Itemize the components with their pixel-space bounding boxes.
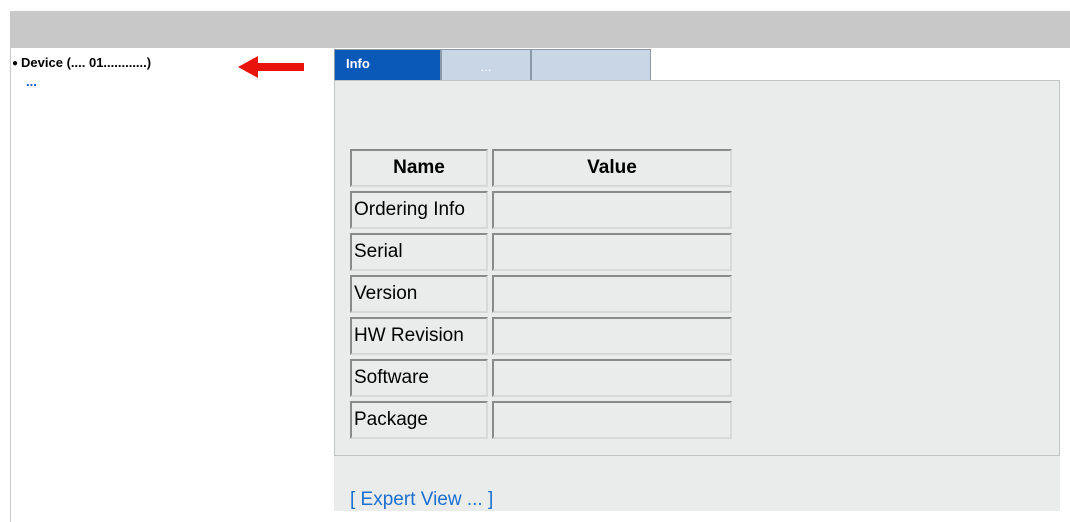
bullet-icon: ●: [12, 58, 19, 69]
top-bar: [11, 11, 1070, 48]
row-value-cell: [492, 401, 732, 439]
row-name-cell: Ordering Info: [350, 191, 488, 229]
row-value-cell: [492, 275, 732, 313]
column-header-name: Name: [350, 149, 488, 187]
table-header-row: Name Value: [350, 149, 732, 187]
tree-subitem-link[interactable]: ...: [26, 74, 37, 89]
row-name-cell: Software: [350, 359, 488, 397]
row-name-cell: Serial: [350, 233, 488, 271]
table-row: Software: [350, 359, 732, 397]
table-row: Ordering Info: [350, 191, 732, 229]
row-value-cell: [492, 359, 732, 397]
row-value-cell: [492, 233, 732, 271]
table-row: Package: [350, 401, 732, 439]
tree-item-device[interactable]: ● Device (.... 01............): [12, 55, 151, 70]
expert-view-link[interactable]: [ Expert View ... ]: [350, 489, 493, 511]
tab-info[interactable]: Info: [334, 49, 441, 80]
info-table: Name Value Ordering Info Serial Version …: [346, 145, 736, 443]
tab-blank[interactable]: [531, 49, 651, 80]
tree-item-device-label: Device (.... 01............): [21, 55, 152, 70]
row-name-cell: HW Revision: [350, 317, 488, 355]
table-row: Version: [350, 275, 732, 313]
tab-more[interactable]: ...: [441, 49, 531, 80]
table-row: Serial: [350, 233, 732, 271]
info-panel: Name Value Ordering Info Serial Version …: [334, 80, 1060, 456]
tab-bar: Info ...: [334, 49, 651, 80]
red-arrow-left-icon: [238, 56, 304, 78]
row-value-cell: [492, 191, 732, 229]
column-header-value: Value: [492, 149, 732, 187]
table-row: HW Revision: [350, 317, 732, 355]
row-name-cell: Package: [350, 401, 488, 439]
row-name-cell: Version: [350, 275, 488, 313]
row-value-cell: [492, 317, 732, 355]
